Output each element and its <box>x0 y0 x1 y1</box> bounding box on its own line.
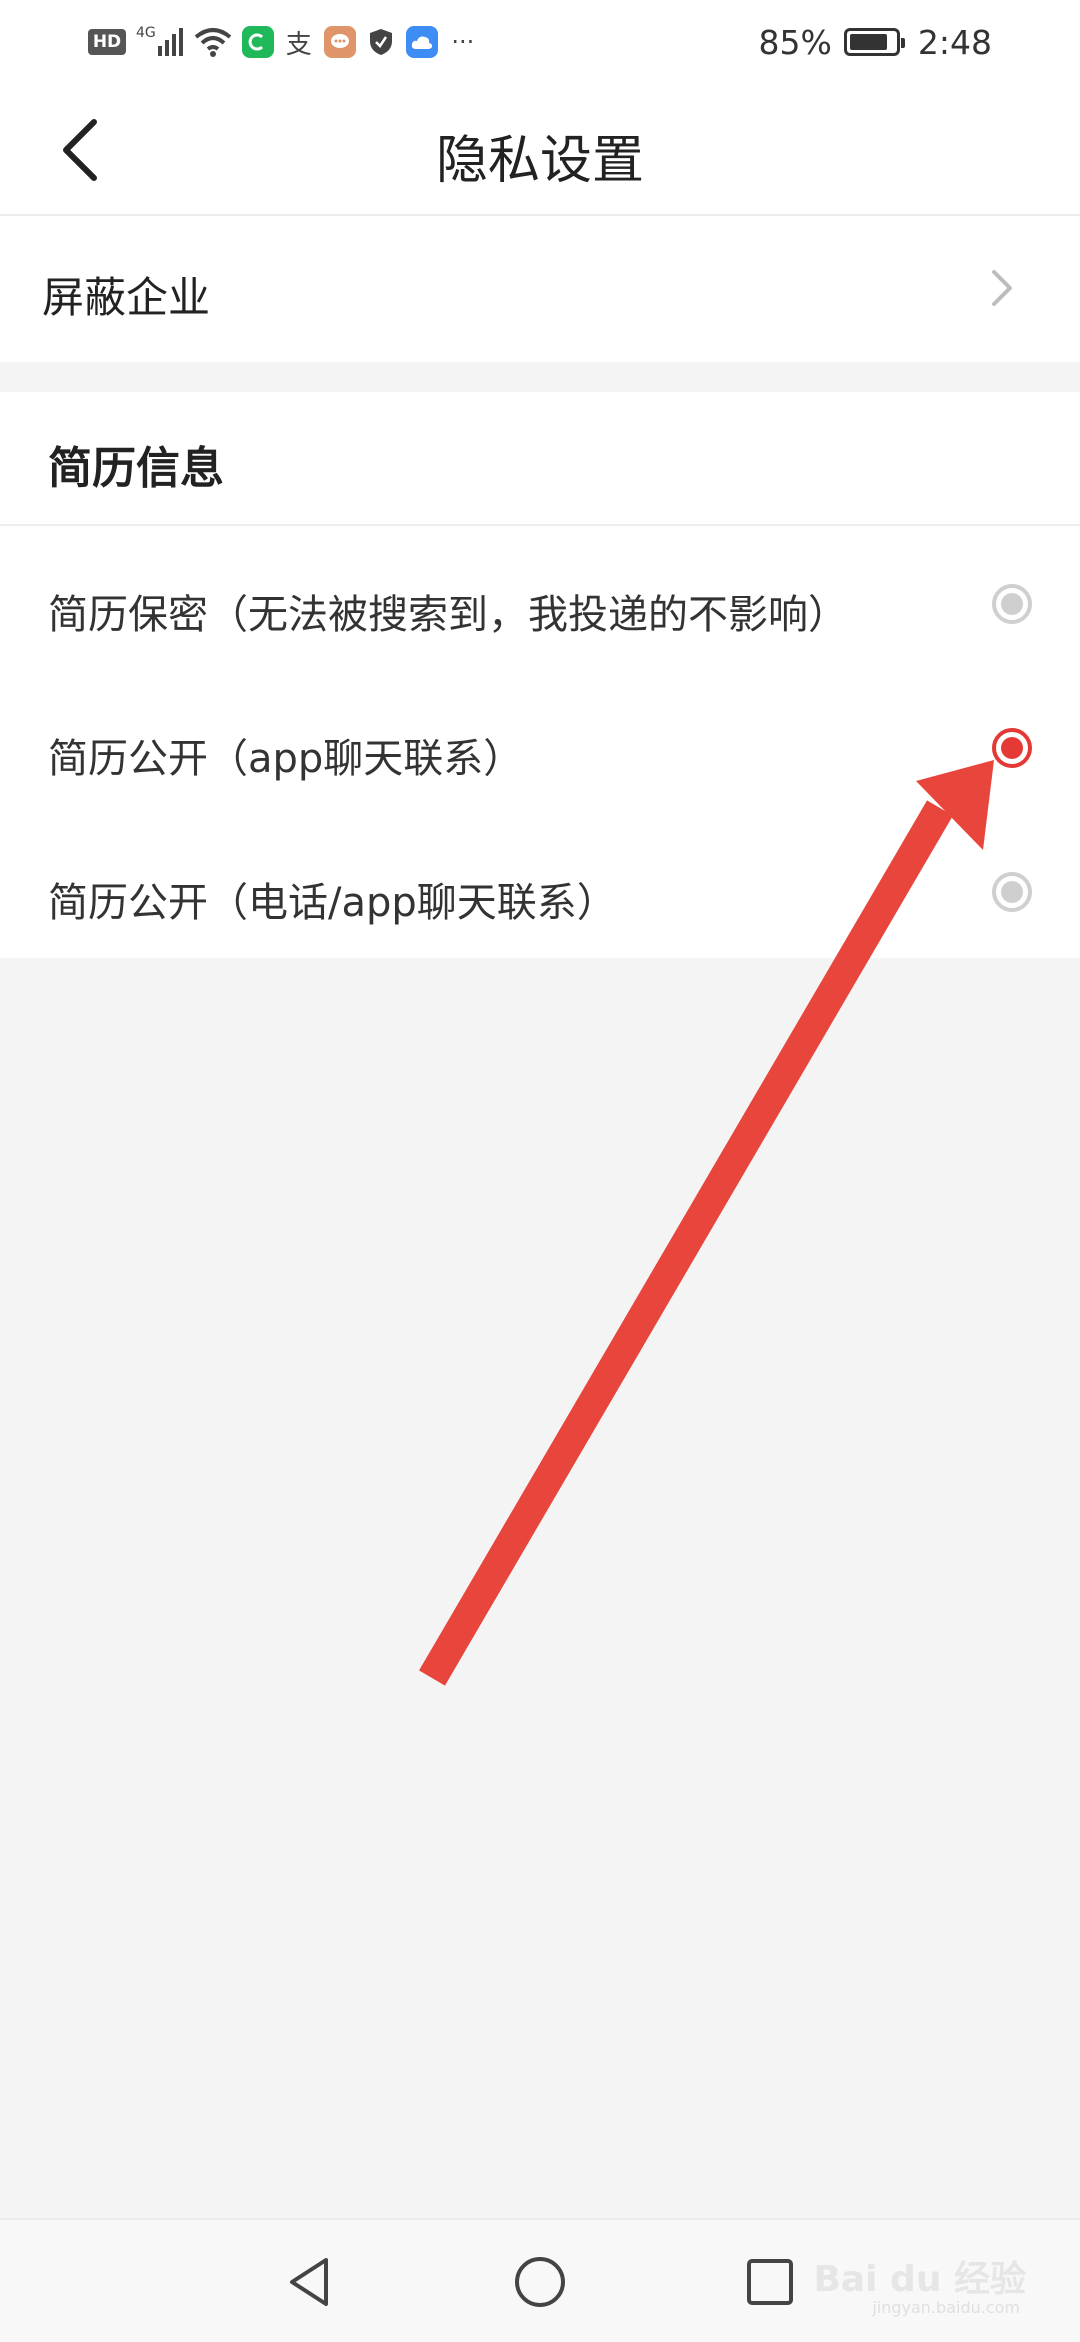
resume-option-private[interactable]: 简历保密（无法被搜索到，我投递的不影响） <box>0 542 1080 672</box>
battery-percent: 85% <box>758 22 832 62</box>
option-label: 简历保密（无法被搜索到，我投递的不影响） <box>48 592 848 638</box>
back-triangle-icon[interactable] <box>280 2252 340 2312</box>
block-companies-row[interactable]: 屏蔽企业 <box>0 216 1080 362</box>
radio-dot <box>1001 737 1023 759</box>
app-green-icon <box>241 26 274 58</box>
radio-button[interactable] <box>992 728 1032 768</box>
system-nav-bar: Bai du 经验 jingyan.baidu.com <box>0 2218 1080 2342</box>
clock: 2:48 <box>917 22 992 62</box>
option-label: 简历公开（app聊天联系） <box>48 736 524 782</box>
resume-section: 简历信息 简历保密（无法被搜索到，我投递的不影响） 简历公开（app聊天联系） … <box>0 392 1080 958</box>
home-circle-icon[interactable] <box>510 2252 570 2312</box>
battery-icon <box>843 28 905 56</box>
hd-icon: HD <box>88 29 126 55</box>
signal-4g-icon: 4G <box>136 25 184 59</box>
watermark: Bai du 经验 <box>813 2259 1026 2300</box>
block-companies-label: 屏蔽企业 <box>42 273 211 322</box>
chevron-right-icon <box>992 270 1012 306</box>
battery-level <box>849 34 888 50</box>
status-icons-left: HD 4G 支 ··· <box>88 20 478 64</box>
page-title: 隐私设置 <box>435 131 644 191</box>
status-icons-right: 85% 2:48 <box>759 20 992 64</box>
cloud-icon <box>405 26 438 58</box>
resume-option-public-chat[interactable]: 简历公开（app聊天联系） <box>0 686 1080 816</box>
more-dots-icon: ··· <box>451 28 475 56</box>
radio-button[interactable] <box>992 584 1032 624</box>
resume-option-public-phone-chat[interactable]: 简历公开（电话/app聊天联系） <box>0 830 1080 960</box>
radio-dot <box>1001 593 1023 615</box>
shield-icon <box>366 25 396 59</box>
status-bar: HD 4G 支 ··· 85% 2:48 <box>0 0 1080 82</box>
section-title: 简历信息 <box>48 443 224 494</box>
radio-button[interactable] <box>992 872 1032 912</box>
recents-square-icon[interactable] <box>740 2252 800 2312</box>
wifi-icon <box>194 25 232 59</box>
network-label: 4G <box>136 25 156 41</box>
divider <box>0 524 1080 526</box>
radio-dot <box>1001 881 1023 903</box>
header: 隐私设置 <box>0 82 1080 216</box>
option-label: 简历公开（电话/app聊天联系） <box>48 880 617 926</box>
alipay-icon: 支 <box>285 29 312 60</box>
chat-bubble-icon <box>323 26 356 58</box>
watermark-url: jingyan.baidu.com <box>872 2298 1020 2317</box>
